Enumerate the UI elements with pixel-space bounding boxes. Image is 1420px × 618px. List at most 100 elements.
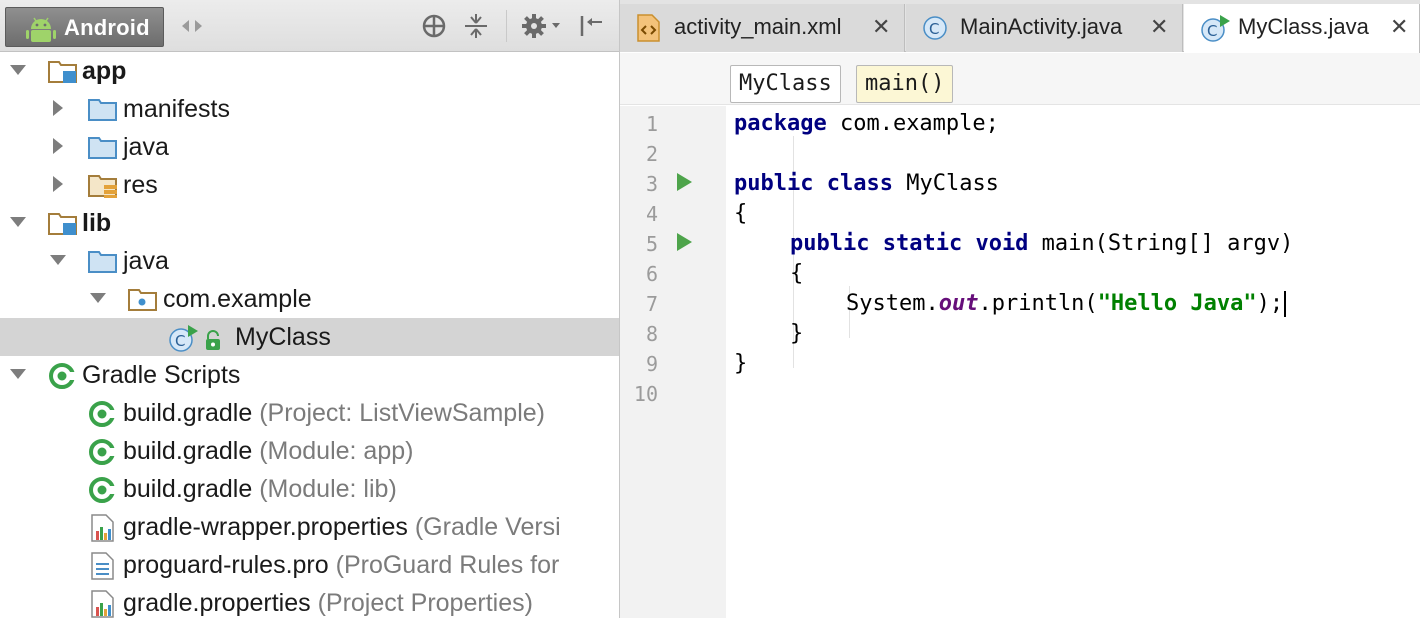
tree-item-lib-java[interactable]: java <box>0 242 619 280</box>
code-text: System. <box>846 291 939 316</box>
tree-item-label: java <box>123 133 169 161</box>
tree-item-label: build.gradle <box>123 475 253 503</box>
properties-file-icon <box>90 590 116 618</box>
code-editor: activity_main.xml ✕ C MainActivity.java … <box>620 0 1420 618</box>
scroll-from-source-icon[interactable] <box>420 12 448 40</box>
tree-item-gradle-properties[interactable]: gradle.properties (Project Properties) <box>0 584 619 618</box>
package-icon <box>128 286 158 317</box>
collapsed-arrow-icon[interactable] <box>50 100 66 121</box>
tree-item-app[interactable]: app <box>0 52 619 90</box>
project-panel: Android app manifests java res lib java … <box>0 0 619 618</box>
breadcrumb-class[interactable]: MyClass <box>730 65 841 103</box>
line-number: 9 <box>645 352 658 376</box>
tree-item-java[interactable]: java <box>0 128 619 166</box>
view-selector-dropdown[interactable]: Android <box>5 7 164 47</box>
tree-item-hint: (Project Properties) <box>317 589 533 617</box>
tree-item-label: java <box>123 247 169 275</box>
tree-item-build-gradle-project[interactable]: build.gradle (Project: ListViewSample) <box>0 394 619 432</box>
tree-item-lib[interactable]: lib <box>0 204 619 242</box>
tree-item-label: res <box>123 171 158 199</box>
line-number: 10 <box>633 382 658 406</box>
breadcrumb-method[interactable]: main() <box>856 65 954 103</box>
xml-file-icon <box>636 14 662 47</box>
tree-item-label: app <box>82 57 127 85</box>
tree-item-label: MyClass <box>235 323 331 351</box>
hide-panel-icon[interactable] <box>578 12 606 40</box>
tree-item-hint: (Module: app) <box>259 437 414 465</box>
keyword: class <box>813 171 893 196</box>
tree-item-build-gradle-lib[interactable]: build.gradle (Module: lib) <box>0 470 619 508</box>
svg-text:C: C <box>175 332 185 350</box>
tab-mainactivity-java[interactable]: C MainActivity.java ✕ <box>906 4 1183 52</box>
tree-item-gradle-wrapper-properties[interactable]: gradle-wrapper.properties (Gradle Versi <box>0 508 619 546</box>
line-number: 6 <box>645 262 658 286</box>
res-folder-icon <box>88 172 120 203</box>
tab-title: MyClass.java <box>1238 14 1369 39</box>
close-icon[interactable]: ✕ <box>1150 14 1168 40</box>
tree-item-label: build.gradle <box>123 399 253 427</box>
tree-item-label: lib <box>82 209 112 237</box>
text-caret <box>1284 291 1287 317</box>
expanded-arrow-icon[interactable] <box>50 252 66 273</box>
properties-file-icon <box>90 514 116 547</box>
code-line-4: { <box>734 201 747 226</box>
collapsed-arrow-icon[interactable] <box>50 138 66 159</box>
code-line-8: } <box>790 321 803 346</box>
code-text: { <box>790 261 804 286</box>
tree-item-res[interactable]: res <box>0 166 619 204</box>
project-toolbar: Android <box>0 0 619 52</box>
string-literal: "Hello Java" <box>1097 291 1257 316</box>
static-field: out <box>938 291 979 316</box>
line-number: 2 <box>645 142 658 166</box>
tree-item-label: com.example <box>163 285 312 313</box>
svg-text:C: C <box>1207 22 1217 40</box>
collapse-all-icon[interactable] <box>462 12 490 40</box>
toolbar-divider <box>506 10 507 42</box>
view-selector-label: Android <box>64 15 150 40</box>
switch-view-arrows-icon[interactable] <box>178 12 206 40</box>
tree-item-label: proguard-rules.pro <box>123 551 329 579</box>
editor-tab-bar: activity_main.xml ✕ C MainActivity.java … <box>620 0 1420 53</box>
tree-item-build-gradle-app[interactable]: build.gradle (Module: app) <box>0 432 619 470</box>
tab-myclass-java[interactable]: C MyClass.java ✕ <box>1184 4 1420 53</box>
android-icon <box>26 16 56 47</box>
code-line-9: } <box>734 351 747 376</box>
expanded-arrow-icon[interactable] <box>90 290 106 311</box>
tab-activity-main-xml[interactable]: activity_main.xml ✕ <box>620 4 905 52</box>
keyword: void <box>962 231 1029 256</box>
tree-item-myclass[interactable]: C MyClass <box>0 318 619 356</box>
tree-item-hint: (Module: lib) <box>259 475 397 503</box>
collapsed-arrow-icon[interactable] <box>50 176 66 197</box>
editor-gutter[interactable]: 1 2 3 4 5 6 7 8 9 10 <box>620 106 726 618</box>
close-icon[interactable]: ✕ <box>1390 14 1408 40</box>
code-text: MyClass <box>892 171 999 196</box>
expanded-arrow-icon[interactable] <box>10 366 26 387</box>
gradle-icon <box>88 476 118 509</box>
folder-icon <box>88 134 118 165</box>
code-line-6: { <box>790 261 803 286</box>
line-number: 7 <box>645 292 658 316</box>
tree-item-text: build.gradle (Project: ListViewSample) <box>123 399 545 428</box>
tree-item-manifests[interactable]: manifests <box>0 90 619 128</box>
tree-item-proguard-rules[interactable]: proguard-rules.pro (ProGuard Rules for <box>0 546 619 584</box>
lock-icon <box>203 330 223 357</box>
close-icon[interactable]: ✕ <box>872 14 890 40</box>
tree-item-package[interactable]: com.example <box>0 280 619 318</box>
run-gutter-icon[interactable] <box>677 233 692 251</box>
tree-item-label: gradle.properties <box>123 589 311 617</box>
code-line-5: public static void main(String[] argv) <box>790 231 1293 256</box>
tab-title: MainActivity.java <box>960 14 1123 39</box>
expanded-arrow-icon[interactable] <box>10 62 26 83</box>
tree-item-gradle-scripts[interactable]: Gradle Scripts <box>0 356 619 394</box>
expanded-arrow-icon[interactable] <box>10 214 26 235</box>
keyword: package <box>734 111 827 136</box>
code-text: } <box>734 351 748 376</box>
class-icon: C <box>922 14 950 47</box>
code-text: .println( <box>978 291 1098 316</box>
code-area[interactable]: package com.example; public class MyClas… <box>726 106 1420 618</box>
folder-icon <box>88 248 118 279</box>
run-gutter-icon[interactable] <box>677 173 692 191</box>
gear-icon[interactable] <box>520 12 564 40</box>
code-line-7: System.out.println("Hello Java"); <box>846 291 1287 317</box>
class-run-icon: C <box>1200 14 1232 49</box>
